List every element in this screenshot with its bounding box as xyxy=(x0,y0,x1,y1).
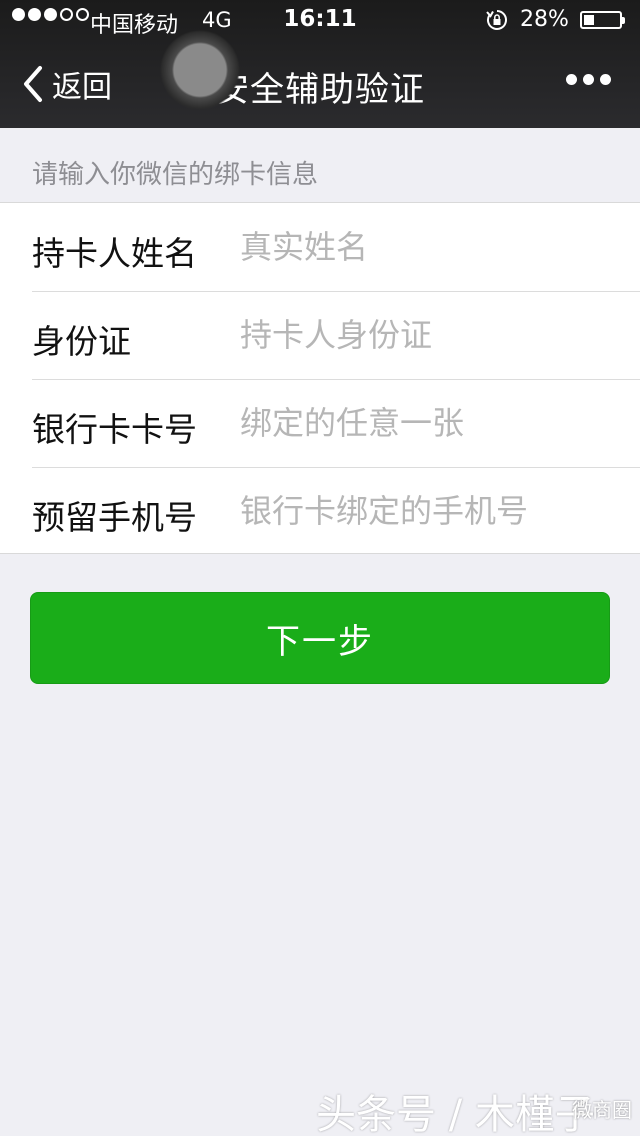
status-bar: 中国移动 4G 16:11 28% xyxy=(0,0,640,40)
cardholder-name-label: 持卡人姓名 xyxy=(32,234,197,273)
card-number-input[interactable] xyxy=(240,401,620,445)
form-row-cardholder-name: 持卡人姓名 xyxy=(0,203,640,291)
section-hint: 请输入你微信的绑卡信息 xyxy=(32,160,319,190)
form-row-phone: 预留手机号 xyxy=(0,467,640,555)
header: 中国移动 4G 16:11 28% 返回 安全辅助验证 xyxy=(0,0,640,128)
phone-label: 预留手机号 xyxy=(32,498,197,537)
card-number-label: 银行卡卡号 xyxy=(32,410,197,449)
more-dot xyxy=(583,74,594,85)
more-dots-icon[interactable] xyxy=(566,74,617,85)
battery-fill xyxy=(584,15,594,25)
assistive-touch-button[interactable] xyxy=(160,30,240,110)
more-dot xyxy=(566,74,577,85)
form-row-card-number: 银行卡卡号 xyxy=(0,379,640,467)
phone-input[interactable] xyxy=(240,489,620,533)
form-row-id-number: 身份证 xyxy=(0,291,640,379)
battery-icon xyxy=(580,11,625,29)
battery-percent: 28% xyxy=(520,7,569,32)
cardholder-name-input[interactable] xyxy=(240,225,620,269)
more-dot xyxy=(600,74,611,85)
watermark-text: 头条号 / 木槿子 xyxy=(316,1092,595,1136)
screen: 中国移动 4G 16:11 28% 返回 安全辅助验证 请输入你微信的绑卡信息 … xyxy=(0,0,640,1136)
page-title: 安全辅助验证 xyxy=(215,70,425,110)
rotation-lock-icon xyxy=(486,10,507,30)
next-step-button[interactable]: 下一步 xyxy=(30,592,610,684)
nav-bar: 返回 安全辅助验证 xyxy=(0,40,640,128)
id-number-label: 身份证 xyxy=(32,322,131,361)
card-info-form: 持卡人姓名 身份证 银行卡卡号 预留手机号 xyxy=(0,202,640,554)
id-number-input[interactable] xyxy=(240,313,620,357)
watermark-badge: 微商圈 xyxy=(572,1098,632,1122)
